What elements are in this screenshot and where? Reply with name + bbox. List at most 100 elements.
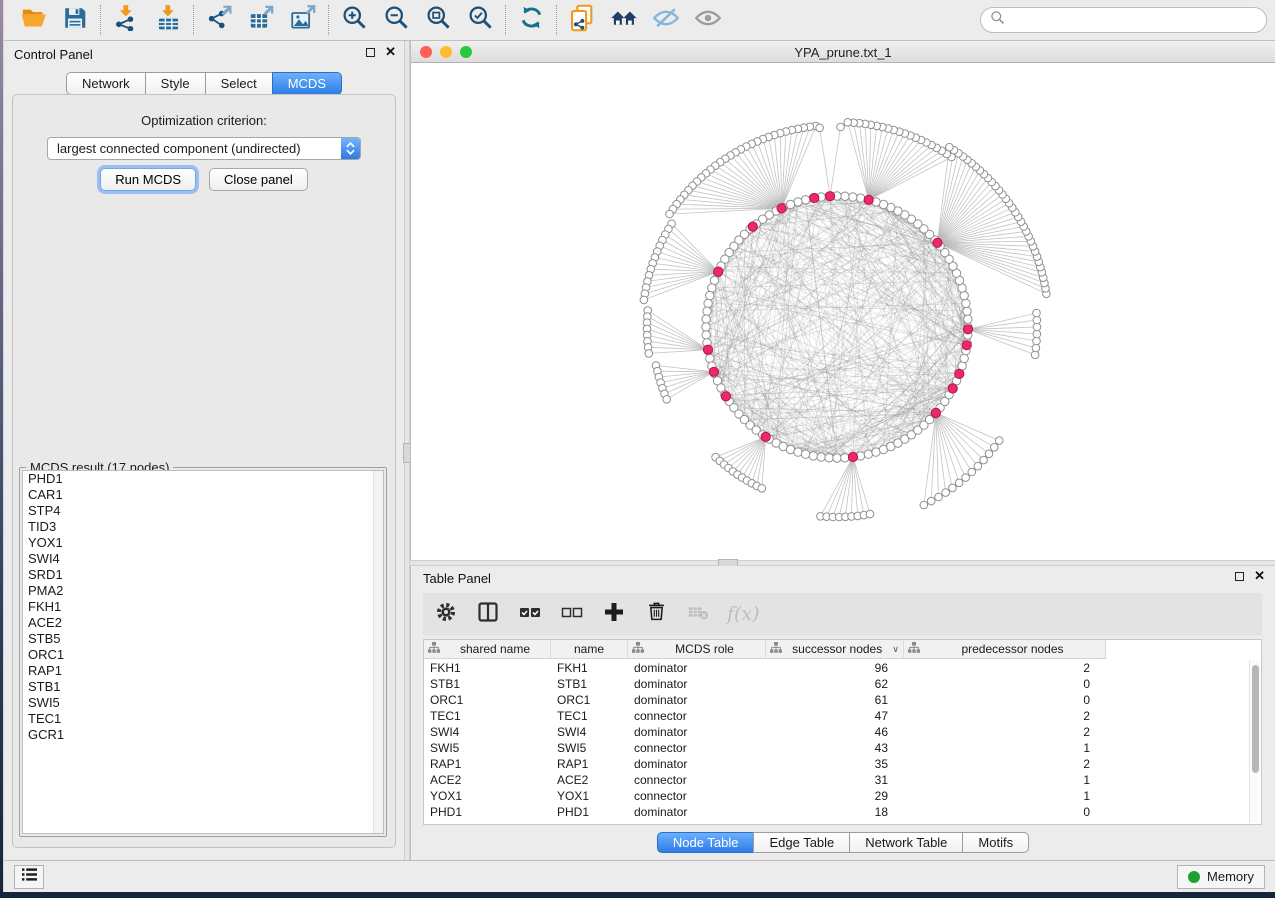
ring-node[interactable] [817, 453, 825, 461]
column-header-name[interactable]: name [551, 640, 628, 658]
satellite-node[interactable] [844, 119, 852, 127]
satellite-node[interactable] [1033, 316, 1041, 324]
tab-style[interactable]: Style [145, 72, 206, 95]
list-item[interactable]: STB1 [23, 679, 383, 695]
export-image-button[interactable] [282, 3, 324, 37]
satellite-node[interactable] [962, 474, 970, 482]
satellite-node[interactable] [968, 468, 976, 476]
tab-motifs[interactable]: Motifs [962, 832, 1029, 853]
close-panel-icon[interactable]: ✕ [1254, 571, 1265, 581]
mcds-node[interactable] [864, 195, 873, 204]
result-list-scrollbar[interactable] [373, 471, 383, 833]
ring-node[interactable] [841, 454, 849, 462]
ring-node[interactable] [963, 307, 971, 315]
satellite-node[interactable] [866, 510, 874, 518]
list-item[interactable]: FKH1 [23, 599, 383, 615]
zoom-fit-button[interactable] [417, 3, 459, 37]
ring-node[interactable] [703, 307, 711, 315]
satellite-node[interactable] [935, 493, 943, 501]
satellite-node[interactable] [837, 123, 845, 131]
mcds-node[interactable] [714, 267, 723, 276]
satellite-node[interactable] [1033, 323, 1041, 331]
satellite-node[interactable] [1033, 337, 1041, 345]
ring-node[interactable] [794, 448, 802, 456]
function-builder-button[interactable]: f(x) [727, 601, 760, 627]
add-column-button[interactable] [601, 601, 627, 627]
search-input[interactable] [1011, 13, 1257, 28]
list-item[interactable]: TID3 [23, 519, 383, 535]
satellite-node[interactable] [645, 350, 653, 358]
satellite-node[interactable] [985, 450, 993, 458]
ring-node[interactable] [864, 450, 872, 458]
ring-node[interactable] [833, 454, 841, 462]
list-item[interactable]: GCR1 [23, 727, 383, 743]
satellite-node[interactable] [663, 396, 671, 404]
table-row[interactable]: SWI5SWI5connector431 [424, 740, 1249, 756]
column-header-successor-nodes[interactable]: successor nodes∨ [766, 640, 904, 658]
export-network-button[interactable] [198, 3, 240, 37]
satellite-node[interactable] [980, 456, 988, 464]
list-item[interactable]: STP4 [23, 503, 383, 519]
select-all-button[interactable] [517, 601, 543, 627]
list-item[interactable]: SRD1 [23, 567, 383, 583]
satellite-node[interactable] [974, 462, 982, 470]
save-session-button[interactable] [54, 3, 96, 37]
float-window-icon[interactable] [1235, 572, 1244, 581]
run-mcds-button[interactable]: Run MCDS [100, 168, 196, 191]
network-window-titlebar[interactable]: YPA_prune.txt_1 [411, 41, 1275, 63]
satellite-node[interactable] [1031, 351, 1039, 359]
list-item[interactable]: STB5 [23, 631, 383, 647]
tab-select[interactable]: Select [205, 72, 273, 95]
column-header-predecessor-nodes[interactable]: predecessor nodes [904, 640, 1106, 658]
satellite-node[interactable] [991, 444, 999, 452]
satellite-node[interactable] [666, 210, 674, 218]
mcds-node[interactable] [931, 408, 940, 417]
mcds-node[interactable] [748, 222, 757, 231]
ring-node[interactable] [801, 196, 809, 204]
list-item[interactable]: RAP1 [23, 663, 383, 679]
list-item[interactable]: PHD1 [23, 471, 383, 487]
ring-node[interactable] [962, 299, 970, 307]
ring-node[interactable] [960, 354, 968, 362]
ring-node[interactable] [809, 452, 817, 460]
tab-network[interactable]: Network [66, 72, 146, 95]
zoom-out-button[interactable] [375, 3, 417, 37]
tab-edge-table[interactable]: Edge Table [753, 832, 850, 853]
mcds-node[interactable] [933, 238, 942, 247]
mcds-node[interactable] [963, 325, 972, 334]
column-header-MCDS-role[interactable]: MCDS role [628, 640, 766, 658]
list-item[interactable]: CAR1 [23, 487, 383, 503]
list-item[interactable]: TEC1 [23, 711, 383, 727]
mcds-node[interactable] [955, 369, 964, 378]
table-scrollbar[interactable] [1249, 660, 1260, 823]
show-all-button[interactable] [687, 3, 729, 37]
network-canvas[interactable] [411, 63, 1275, 560]
list-item[interactable]: ACE2 [23, 615, 383, 631]
close-panel-icon[interactable]: ✕ [385, 47, 396, 57]
mcds-node[interactable] [709, 367, 718, 376]
satellite-node[interactable] [1033, 330, 1041, 338]
search-box[interactable] [980, 7, 1267, 33]
tab-mcds[interactable]: MCDS [272, 72, 342, 95]
satellite-node[interactable] [946, 143, 954, 151]
list-item[interactable]: PMA2 [23, 583, 383, 599]
tab-node-table[interactable]: Node Table [657, 832, 755, 853]
list-item[interactable]: ORC1 [23, 647, 383, 663]
ring-node[interactable] [856, 194, 864, 202]
ring-node[interactable] [702, 323, 710, 331]
mcds-node[interactable] [962, 341, 971, 350]
zoom-selected-button[interactable] [459, 3, 501, 37]
memory-button[interactable]: Memory [1177, 865, 1265, 889]
mcds-result-list[interactable]: PHD1CAR1STP4TID3YOX1SWI4SRD1PMA2FKH1ACE2… [22, 470, 384, 834]
satellite-node[interactable] [816, 124, 824, 132]
ring-node[interactable] [706, 291, 714, 299]
mcds-node[interactable] [848, 452, 857, 461]
satellite-node[interactable] [927, 497, 935, 505]
mcds-node[interactable] [826, 192, 835, 201]
scrollbar-thumb[interactable] [1252, 665, 1259, 773]
ring-node[interactable] [825, 454, 833, 462]
ring-node[interactable] [964, 315, 972, 323]
show-columns-button[interactable] [475, 601, 501, 627]
satellite-node[interactable] [995, 437, 1003, 445]
satellite-node[interactable] [942, 489, 950, 497]
